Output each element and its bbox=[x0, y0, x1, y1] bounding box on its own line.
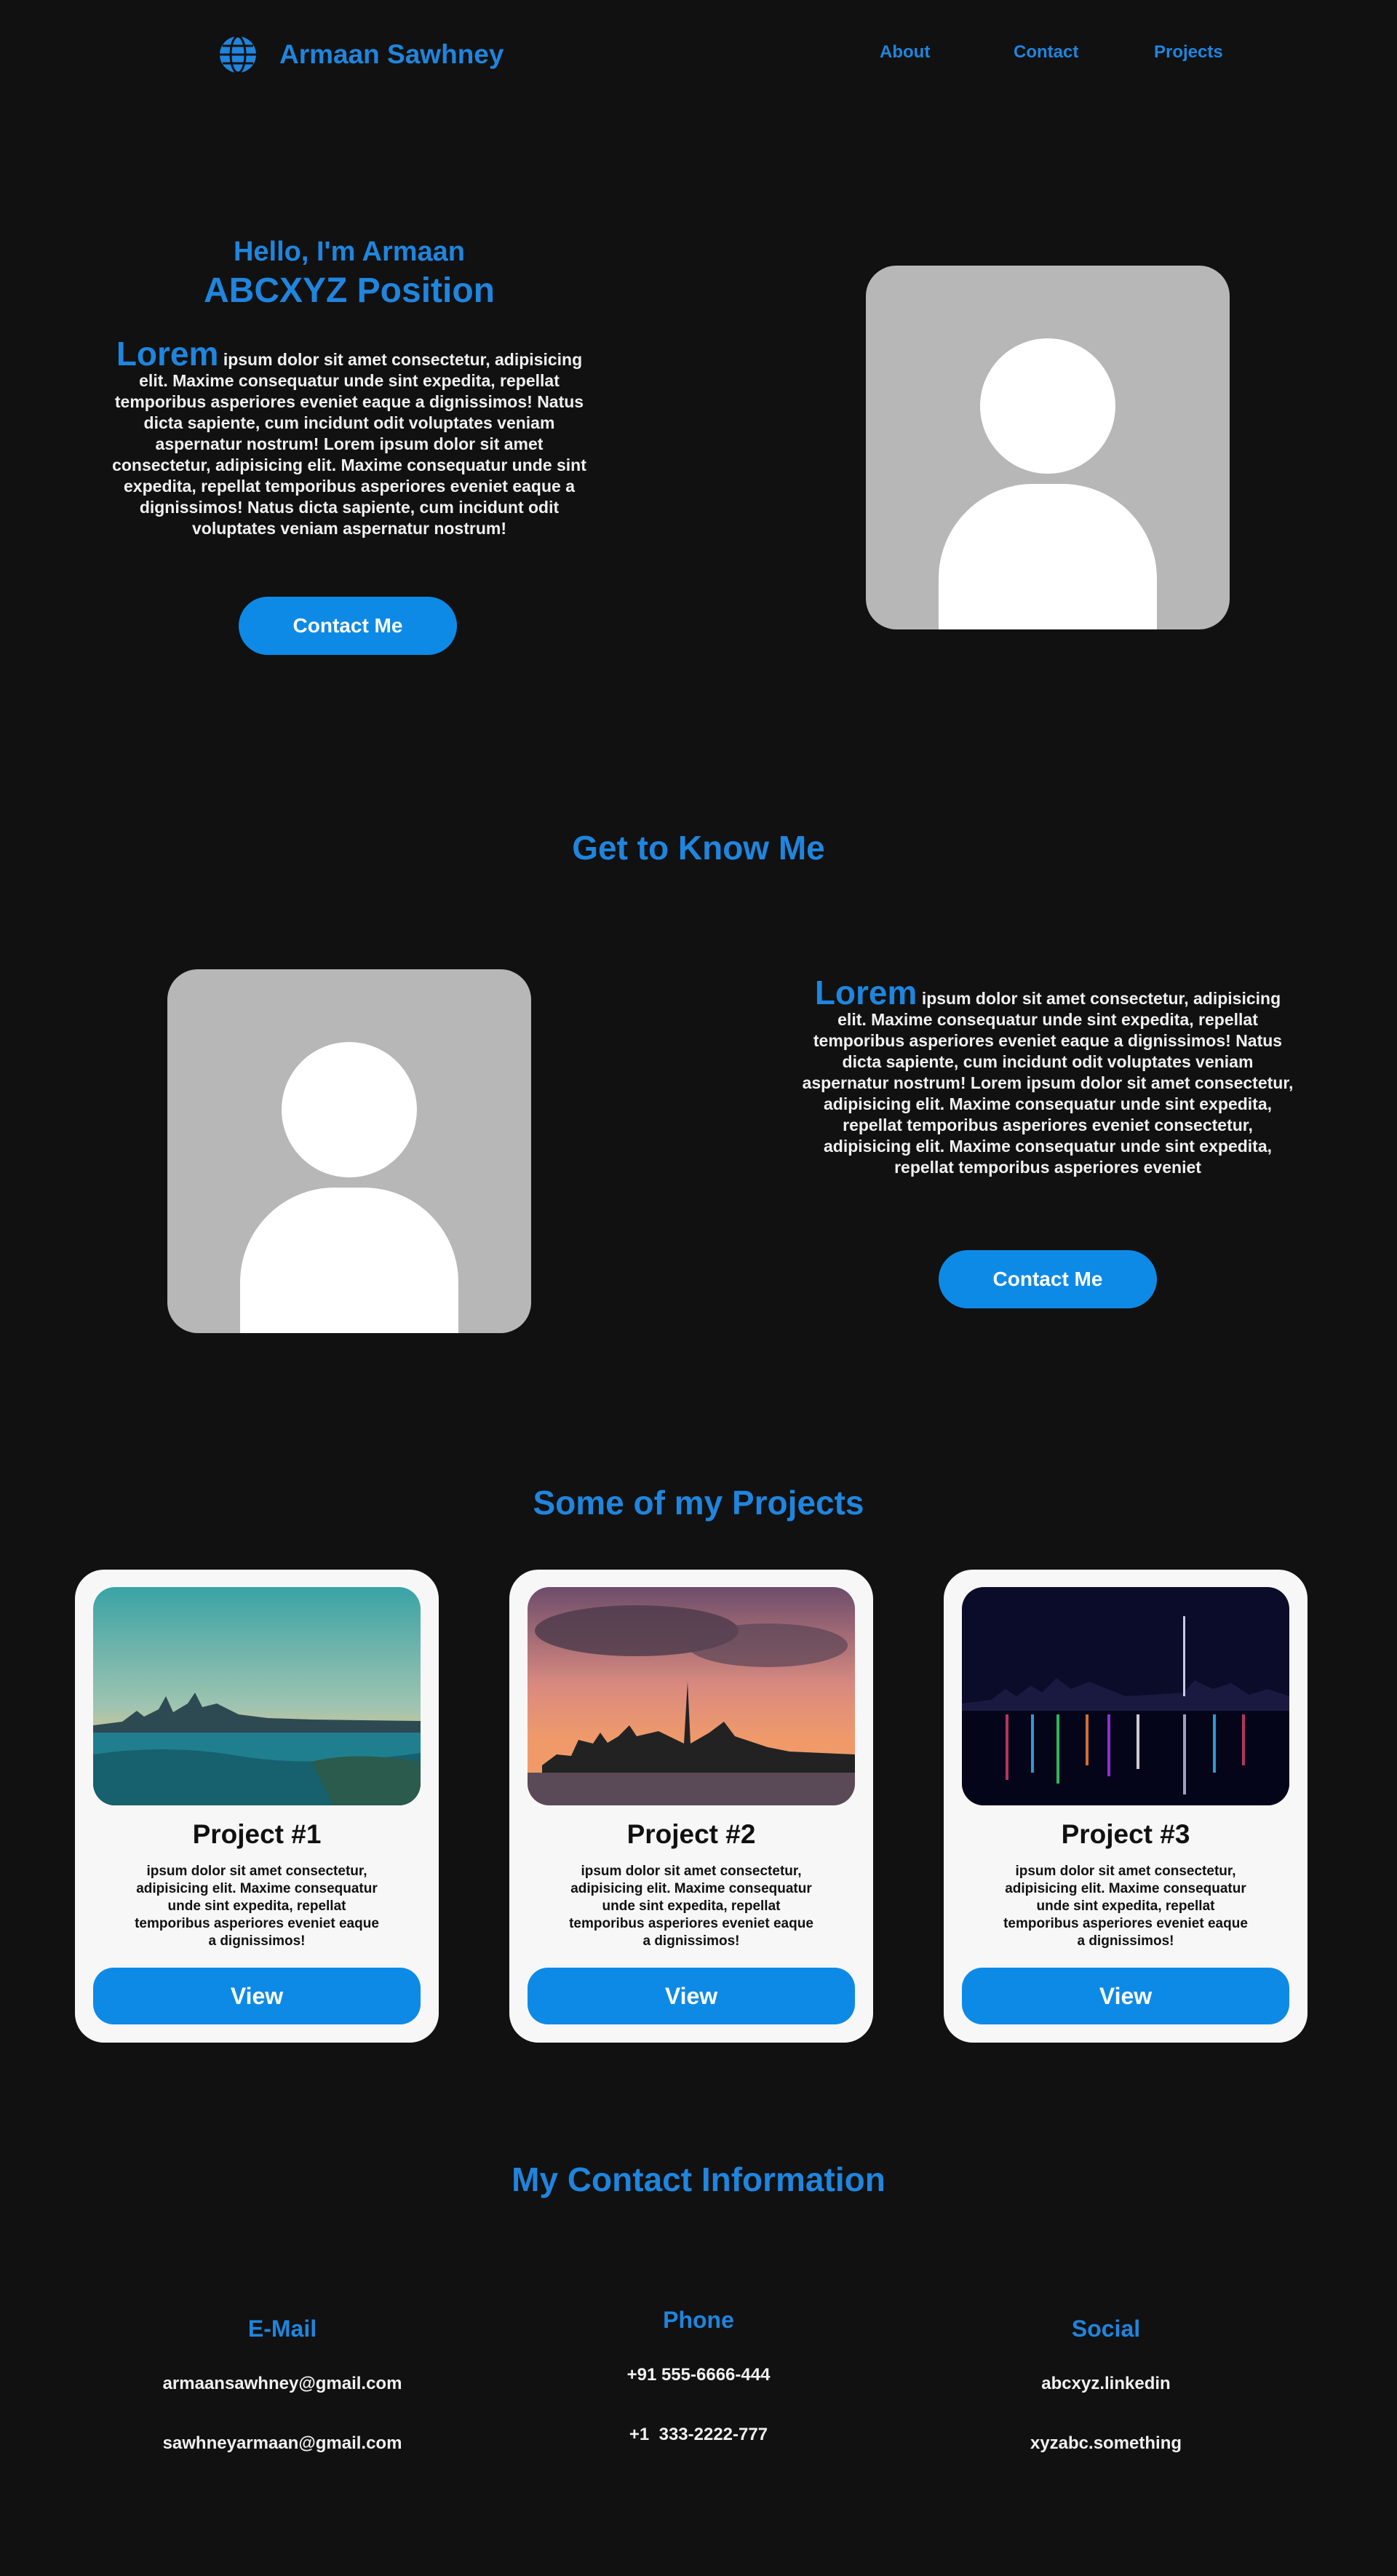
about-body-text: ipsum dolor sit amet consectetur, adipis… bbox=[802, 989, 1294, 1177]
project-card-1: Project #1 ipsum dolor sit amet consecte… bbox=[75, 1570, 439, 2043]
project-2-view-button[interactable]: View bbox=[528, 1968, 855, 2024]
contact-section-title: My Contact Information bbox=[512, 2160, 885, 2198]
about-avatar-icon bbox=[167, 969, 531, 1333]
hero-body-text: ipsum dolor sit amet consectetur, adipis… bbox=[112, 350, 586, 538]
project-3-image bbox=[962, 1587, 1289, 1805]
about-paragraph: Lorem ipsum dolor sit amet consectetur, … bbox=[800, 976, 1295, 1178]
avatar-body bbox=[939, 484, 1157, 629]
project-2-image bbox=[528, 1587, 855, 1805]
social-heading: Social bbox=[1071, 2315, 1141, 2342]
project-2-description: ipsum dolor sit amet consectetur, adipis… bbox=[569, 1864, 813, 1949]
phone-2[interactable]: +1 333-2222-777 bbox=[538, 2425, 859, 2445]
email-2[interactable]: sawhneyarmaan@gmail.com bbox=[122, 2433, 442, 2454]
contact-phone-column: Phone +91 555-6666-444 +1 333-2222-777 bbox=[538, 2307, 859, 2444]
avatar-head bbox=[282, 1042, 417, 1177]
nav-links: About Contact Projects bbox=[0, 42, 1397, 71]
project-3-title: Project #3 bbox=[1061, 1819, 1190, 1849]
contact-email-column: E-Mail armaansawhney@gmail.com sawhneyar… bbox=[122, 2315, 442, 2453]
project-3-view-button[interactable]: View bbox=[962, 1968, 1289, 2024]
hero-position-title: ABCXYZ Position bbox=[203, 271, 495, 310]
hero-greeting: Hello, I'm Armaan bbox=[233, 236, 466, 267]
nav-link-contact[interactable]: Contact bbox=[1014, 42, 1078, 63]
project-1-description: ipsum dolor sit amet consectetur, adipis… bbox=[135, 1864, 379, 1949]
project-card-3: Project #3 ipsum dolor sit amet consecte… bbox=[944, 1570, 1308, 2043]
social-2[interactable]: xyzabc.something bbox=[946, 2433, 1266, 2454]
about-contact-button[interactable]: Contact Me bbox=[939, 1250, 1157, 1308]
hero-contact-button[interactable]: Contact Me bbox=[239, 597, 457, 655]
top-navigation: Armaan Sawhney About Contact Projects bbox=[0, 0, 1397, 109]
project-2-title: Project #2 bbox=[626, 1819, 756, 1849]
about-lead-word: Lorem bbox=[814, 974, 918, 1011]
email-1[interactable]: armaansawhney@gmail.com bbox=[122, 2374, 442, 2394]
project-3-description: ipsum dolor sit amet consectetur, adipis… bbox=[1003, 1864, 1248, 1949]
phone-1[interactable]: +91 555-6666-444 bbox=[538, 2365, 859, 2385]
email-heading: E-Mail bbox=[247, 2315, 317, 2342]
project-1-title: Project #1 bbox=[192, 1819, 322, 1849]
nav-link-projects[interactable]: Projects bbox=[1154, 42, 1223, 63]
project-1-image bbox=[93, 1587, 421, 1805]
contact-social-column: Social abcxyz.linkedin xyzabc.something bbox=[946, 2315, 1266, 2453]
avatar-head bbox=[980, 338, 1115, 474]
hero-avatar-icon bbox=[866, 266, 1230, 629]
nav-link-about[interactable]: About bbox=[880, 42, 930, 63]
project-card-2: Project #2 ipsum dolor sit amet consecte… bbox=[509, 1570, 873, 2043]
hero-paragraph: Lorem ipsum dolor sit amet consectetur, … bbox=[106, 337, 593, 539]
social-1[interactable]: abcxyz.linkedin bbox=[946, 2374, 1266, 2394]
phone-heading: Phone bbox=[663, 2307, 734, 2333]
project-1-view-button[interactable]: View bbox=[93, 1968, 421, 2024]
projects-section-title: Some of my Projects bbox=[533, 1484, 864, 1522]
hero-lead-word: Lorem bbox=[116, 335, 219, 373]
about-section-title: Get to Know Me bbox=[572, 829, 825, 867]
avatar-body bbox=[240, 1188, 458, 1333]
